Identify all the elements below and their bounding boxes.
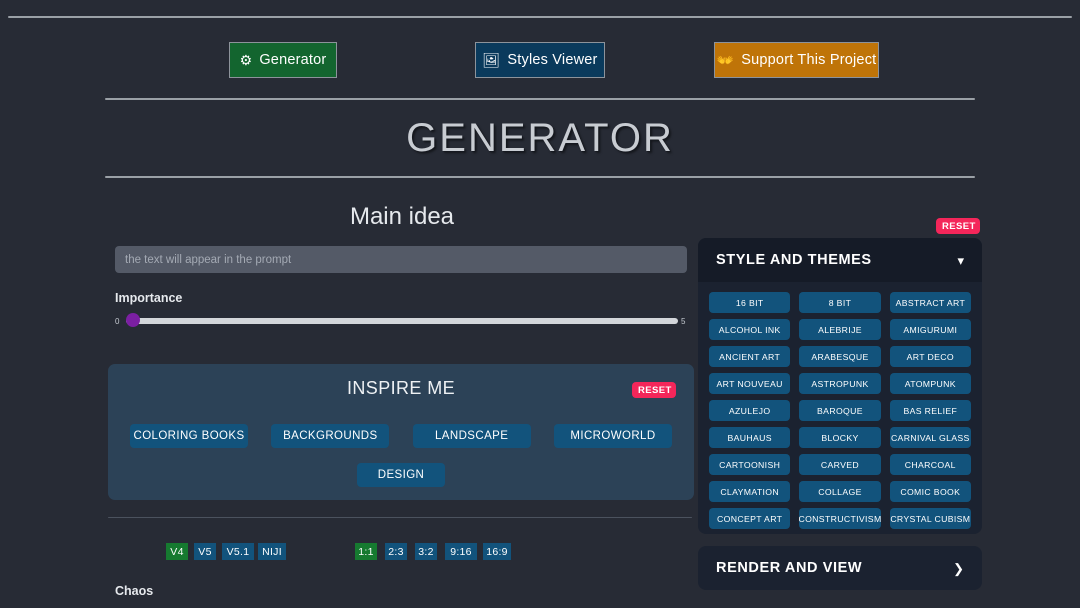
style-tag-button[interactable]: ALCOHOL INK (709, 319, 791, 340)
version-button-v4[interactable]: V4 (166, 543, 188, 560)
aspect-ratio-button-16-9[interactable]: 16:9 (483, 543, 511, 560)
style-tag-button[interactable]: BAUHAUS (709, 427, 791, 448)
version-button-v5[interactable]: V5 (194, 543, 216, 560)
style-panel-title: STYLE AND THEMES (716, 252, 872, 268)
style-tag-button[interactable]: 8 BIT (799, 292, 881, 313)
style-tag-button[interactable]: ANCIENT ART (709, 346, 791, 367)
gear-icon: ⚙ (239, 52, 253, 68)
style-tag-button[interactable]: BAS RELIEF (889, 400, 971, 421)
inspire-category-row-2: DESIGN (108, 463, 694, 487)
style-tag-button[interactable]: CHARCOAL (889, 454, 971, 475)
header-bottom-divider (105, 176, 975, 178)
version-button-niji[interactable]: NIJI (258, 543, 286, 560)
importance-label: Importance (115, 291, 183, 305)
nav-styles-viewer-button[interactable]: 🖼 Styles Viewer (475, 42, 605, 78)
importance-min-label: 0 (115, 317, 120, 326)
options-row: V4V5V5.1NIJI 1:12:33:29:1616:9 TILE (0, 543, 700, 560)
inspire-me-card: INSPIRE ME RESET COLORING BOOKS BACKGROUN… (108, 364, 694, 500)
render-panel-title: RENDER AND VIEW (716, 560, 863, 576)
style-panel-reset-button[interactable]: RESET (936, 218, 980, 234)
style-tag-button[interactable]: CARNIVAL GLASS (889, 427, 971, 448)
style-tag-button[interactable]: ART NOUVEAU (709, 373, 791, 394)
version-button-v5-1[interactable]: V5.1 (222, 543, 254, 560)
render-and-view-panel[interactable]: RENDER AND VIEW ❯ (698, 546, 982, 590)
generator-page: ⚙ Generator 🖼 Styles Viewer 👐 Support Th… (0, 0, 1080, 608)
options-divider (108, 517, 692, 518)
top-divider (8, 16, 1072, 18)
importance-slider[interactable]: 0 5 (115, 313, 687, 328)
inspire-category-row-1: COLORING BOOKS BACKGROUNDS LANDSCAPE MICROW… (130, 424, 672, 448)
page-title: GENERATOR (406, 116, 674, 160)
style-tag-button[interactable]: CONSTRUCTIVISM (799, 508, 881, 529)
style-tag-button[interactable]: AZULEJO (709, 400, 791, 421)
style-tag-button[interactable]: CLAYMATION (709, 481, 791, 502)
style-tag-button[interactable]: COLLAGE (799, 481, 881, 502)
prompt-input[interactable] (115, 246, 687, 273)
chevron-down-icon[interactable]: ▾ (957, 254, 964, 267)
inspire-category-button[interactable]: LANDSCAPE (412, 424, 531, 448)
nav-styles-viewer-label: Styles Viewer (507, 52, 598, 68)
style-panel-header[interactable]: STYLE AND THEMES ▾ (698, 238, 982, 282)
style-tag-button[interactable]: COMIC BOOK (889, 481, 971, 502)
inspire-reset-button[interactable]: RESET (632, 382, 676, 398)
style-tag-button[interactable]: BAROQUE (799, 400, 881, 421)
hand-heart-icon: 👐 (716, 52, 735, 68)
nav-support-button[interactable]: 👐 Support This Project (714, 42, 879, 78)
style-tag-button[interactable]: 16 BIT (709, 292, 791, 313)
aspect-ratio-button-2-3[interactable]: 2:3 (385, 543, 407, 560)
style-tag-button[interactable]: ABSTRACT ART (889, 292, 971, 313)
nav-generator-label: Generator (259, 52, 327, 68)
importance-max-label: 5 (681, 317, 686, 326)
style-tag-button[interactable]: ASTROPUNK (799, 373, 881, 394)
style-panel-body: 16 BIT 8 BIT ABSTRACT ART ALCOHOL INK ALEBRI… (698, 282, 982, 534)
importance-slider-thumb[interactable] (126, 313, 140, 327)
aspect-ratio-button-1-1[interactable]: 1:1 (355, 543, 377, 560)
style-tag-button[interactable]: CRYSTAL CUBISM (889, 508, 971, 529)
top-navigation: ⚙ Generator 🖼 Styles Viewer 👐 Support Th… (0, 42, 1080, 78)
inspire-category-button[interactable]: COLORING BOOKS (130, 424, 248, 448)
chevron-right-icon[interactable]: ❯ (953, 562, 964, 575)
image-icon: 🖼 (482, 52, 501, 68)
style-and-themes-panel: STYLE AND THEMES ▾ 16 BIT 8 BIT ABSTRACT A… (698, 238, 982, 534)
style-tag-button[interactable]: ALEBRIJE (799, 319, 881, 340)
inspire-category-button[interactable]: BACKGROUNDS (271, 424, 390, 448)
main-idea-heading: Main idea (349, 203, 455, 230)
nav-support-label: Support This Project (741, 52, 877, 68)
inspire-me-title: INSPIRE ME (346, 378, 456, 398)
style-tag-button[interactable]: ART DECO (889, 346, 971, 367)
chaos-label: Chaos (115, 584, 154, 598)
style-tag-button[interactable]: ATOMPUNK (889, 373, 971, 394)
header-top-divider (105, 98, 975, 100)
style-tag-button[interactable]: AMIGURUMI (889, 319, 971, 340)
style-tag-button[interactable]: BLOCKY (799, 427, 881, 448)
style-tag-button[interactable]: CARTOONISH (709, 454, 791, 475)
style-tag-grid: 16 BIT 8 BIT ABSTRACT ART ALCOHOL INK ALEBRI… (709, 292, 971, 529)
aspect-ratio-button-9-16[interactable]: 9:16 (445, 543, 477, 560)
importance-slider-track[interactable] (126, 318, 678, 324)
inspire-category-button[interactable]: MICROWORLD (553, 424, 672, 448)
aspect-ratio-button-3-2[interactable]: 3:2 (415, 543, 437, 560)
inspire-category-button[interactable]: DESIGN (357, 463, 445, 487)
style-tag-button[interactable]: ARABESQUE (799, 346, 881, 367)
style-tag-button[interactable]: CONCEPT ART (709, 508, 791, 529)
nav-generator-button[interactable]: ⚙ Generator (229, 42, 337, 78)
style-tag-button[interactable]: CARVED (799, 454, 881, 475)
